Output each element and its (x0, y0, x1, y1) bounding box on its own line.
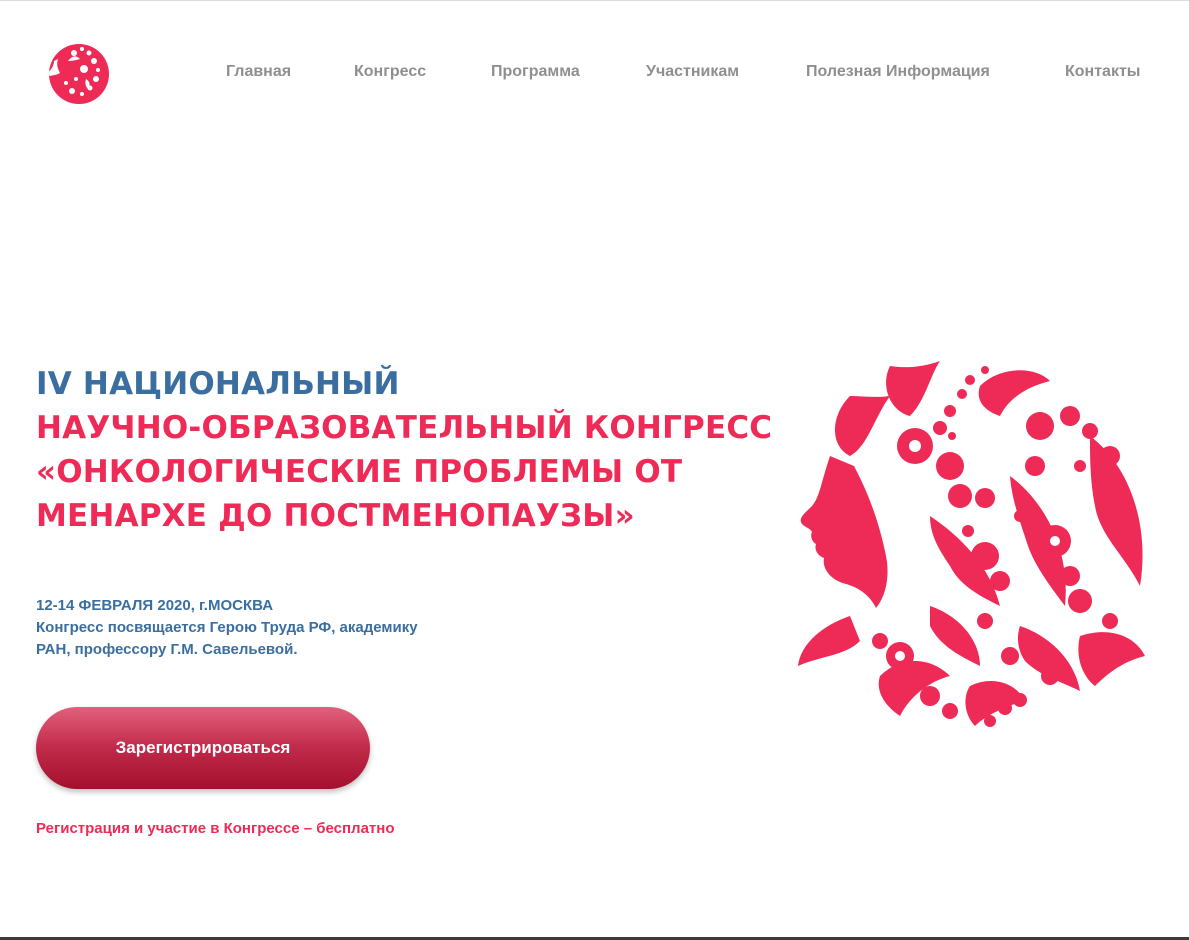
nav-item-participants[interactable]: Участникам (646, 63, 739, 81)
event-info: 12-14 ФЕВРАЛЯ 2020, г.МОСКВА Конгресс по… (36, 595, 418, 661)
nav-item-program[interactable]: Программа (491, 63, 580, 81)
title-line-4: МЕНАРХЕ ДО ПОСТМЕНОПАУЗЫ» (36, 498, 635, 534)
dedication-line-1: Конгресс посвящается Герою Труда РФ, ака… (36, 619, 418, 636)
nav-item-useful-info[interactable]: Полезная Информация (806, 63, 990, 81)
title-line-1: IV НАЦИОНАЛЬНЫЙ (36, 366, 400, 402)
event-date-place: 12-14 ФЕВРАЛЯ 2020, г.МОСКВА (36, 597, 274, 614)
main-nav: Главная Конгресс Программа Участникам По… (0, 63, 1189, 87)
title-line-2: НАУЧНО-ОБРАЗОВАТЕЛЬНЫЙ КОНГРЕСС (36, 410, 773, 446)
nav-item-congress[interactable]: Конгресс (354, 63, 426, 81)
dedication-line-2: РАН, профессору Г.М. Савельевой. (36, 641, 298, 658)
page-title: IV НАЦИОНАЛЬНЫЙ НАУЧНО-ОБРАЗОВАТЕЛЬНЫЙ К… (36, 362, 772, 538)
woman-profile-floral-illustration-icon (798, 361, 1145, 727)
title-line-3: «ОНКОЛОГИЧЕСКИЕ ПРОБЛЕМЫ ОТ (36, 454, 683, 490)
nav-item-contacts[interactable]: Контакты (1065, 63, 1140, 81)
register-button[interactable]: Зарегистрироваться (36, 707, 370, 789)
free-registration-note: Регистрация и участие в Конгрессе – бесп… (36, 820, 395, 837)
nav-item-home[interactable]: Главная (226, 63, 291, 81)
page: Главная Конгресс Программа Участникам По… (0, 0, 1189, 940)
